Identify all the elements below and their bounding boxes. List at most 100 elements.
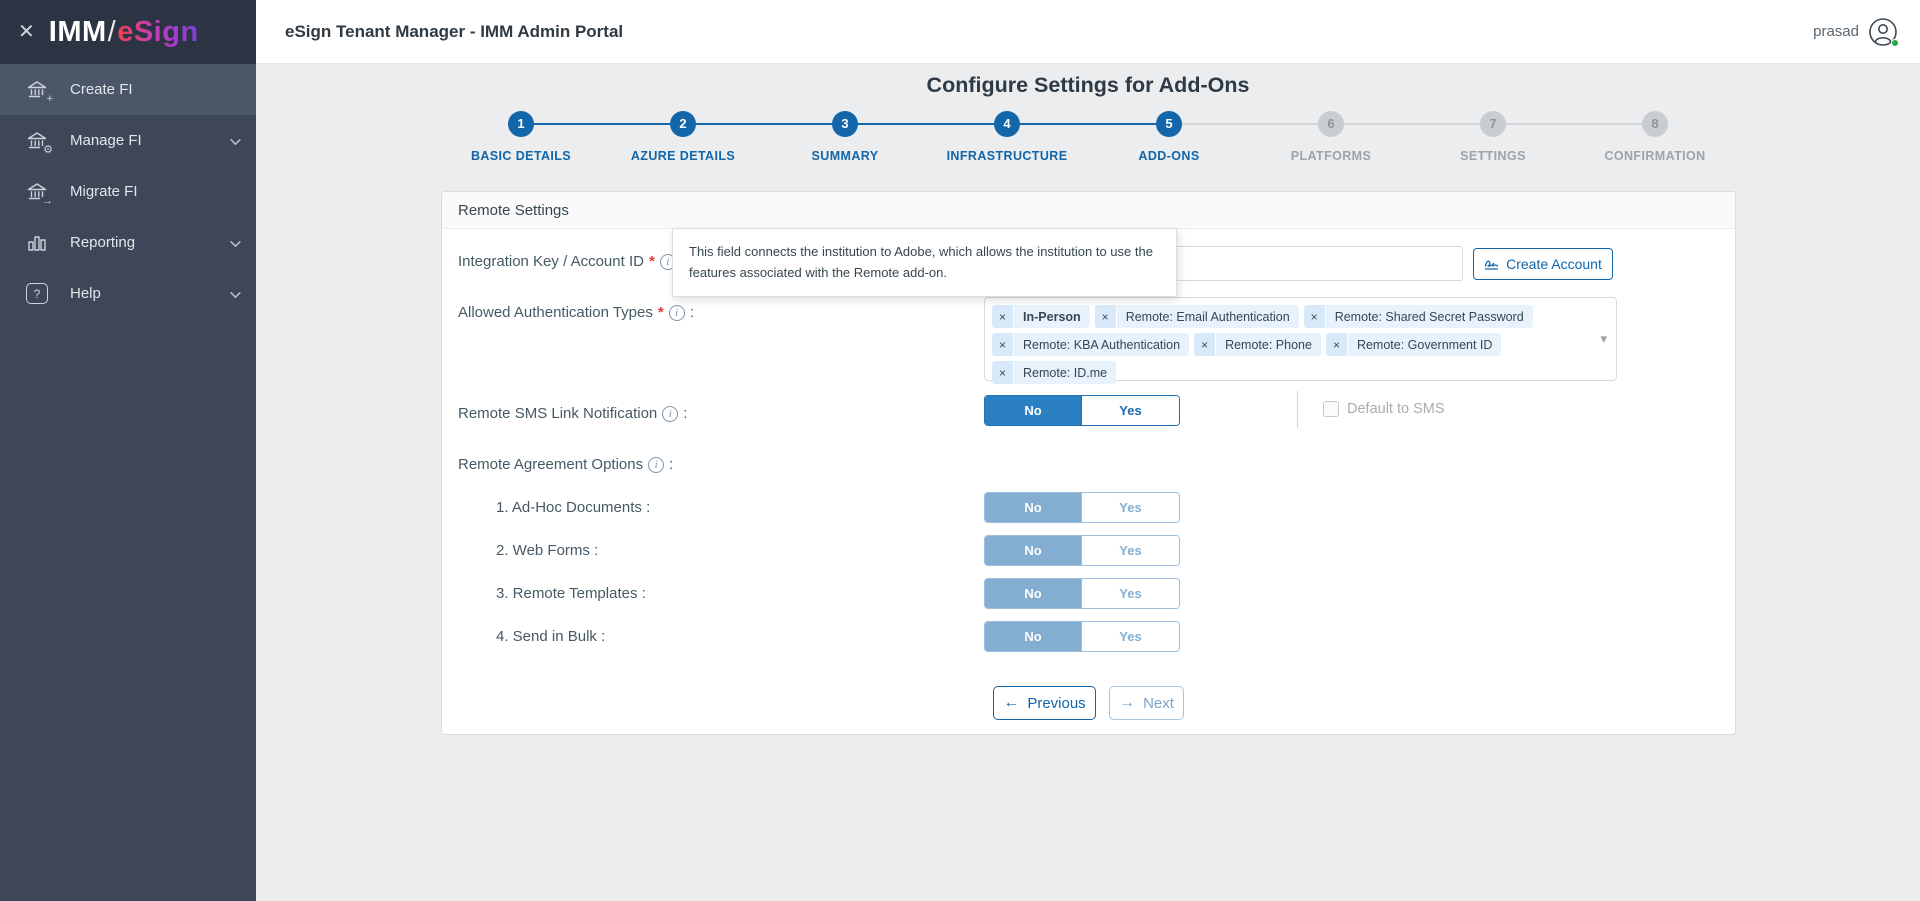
web-forms-label: 2. Web Forms : [496,542,599,559]
step-circle: 3 [832,111,858,137]
required-asterisk: * [648,253,655,270]
step-connector [858,123,994,125]
adhoc-documents-toggle[interactable]: No Yes [984,492,1180,523]
bank-plus-icon: + [26,79,53,104]
sidebar-close-icon[interactable]: ✕ [18,22,35,42]
next-button[interactable]: → Next [1109,686,1184,720]
chip-label: Remote: KBA Authentication [1014,333,1190,356]
create-account-button[interactable]: Create Account [1473,248,1613,280]
dropdown-caret-icon[interactable]: ▾ [1600,331,1607,347]
arrow-modifier-icon: → [42,194,53,207]
online-status-dot [1891,38,1899,47]
step-add-ons[interactable]: 5 ADD-ONS [1020,111,1250,163]
chip-label: Remote: Government ID [1347,333,1502,356]
toggle-yes[interactable]: Yes [1082,622,1179,651]
sidebar-item-help[interactable]: ? Help [0,268,256,319]
info-icon[interactable]: i [648,456,665,473]
adhoc-documents-label: 1. Ad-Hoc Documents : [496,499,651,516]
sms-link-toggle[interactable]: No Yes [984,395,1180,426]
step-connector [1344,123,1480,125]
step-label: ADD-ONS [1138,149,1200,163]
vertical-divider [1297,391,1298,428]
step-settings: 7 SETTINGS [1344,111,1574,163]
step-circle: 8 [1642,111,1668,137]
auth-types-multiselect[interactable]: × In-Person × Remote: Email Authenticati… [984,297,1617,384]
app-title: eSign Tenant Manager - IMM Admin Portal [285,21,624,41]
remove-chip-icon[interactable]: × [1194,333,1217,356]
remove-chip-icon[interactable]: × [1325,333,1348,356]
agreement-options-label: Remote Agreement Options i : [458,456,673,473]
user-avatar-icon[interactable] [1868,17,1899,47]
step-confirmation: 8 CONFIRMATION [1506,111,1736,163]
remove-chip-icon[interactable]: × [1094,305,1117,328]
send-in-bulk-toggle[interactable]: No Yes [984,621,1180,652]
toggle-no[interactable]: No [985,396,1082,425]
web-forms-toggle[interactable]: No Yes [984,535,1180,566]
info-icon[interactable]: i [668,304,685,321]
step-connector [1182,123,1318,125]
previous-button[interactable]: ← Previous [993,686,1096,720]
bar-chart-icon [26,232,48,254]
step-summary[interactable]: 3 SUMMARY [696,111,926,163]
sidebar-item-create-fi[interactable]: + Create FI [0,64,256,115]
auth-chip-kba: × Remote: KBA Authentication [992,333,1190,356]
remove-chip-icon[interactable]: × [992,333,1015,356]
sidebar-item-label: Reporting [70,234,136,251]
remove-chip-icon[interactable]: × [992,305,1015,328]
auth-chip-in-person: × In-Person [992,305,1090,328]
right-arrow-icon: → [1119,694,1136,711]
username-label: prasad [1813,23,1859,40]
sidebar-item-label: Create FI [70,81,133,98]
info-icon[interactable]: i [662,405,679,422]
create-account-label: Create Account [1506,256,1602,272]
label-text: Allowed Authentication Types [458,304,653,321]
sidebar-item-reporting[interactable]: Reporting [0,217,256,268]
logo-bar: ✕ IMM/eSign [0,0,256,64]
step-basic-details[interactable]: 1 BASIC DETAILS [440,111,602,163]
label-colon: : [683,405,688,422]
plus-modifier-icon: + [46,92,53,105]
step-label: SUMMARY [811,149,879,163]
default-to-sms-option: Default to SMS [1323,401,1445,417]
remove-chip-icon[interactable]: × [1303,305,1326,328]
signature-icon [1484,260,1499,270]
toggle-yes[interactable]: Yes [1082,536,1179,565]
toggle-yes[interactable]: Yes [1082,579,1179,608]
sidebar-item-migrate-fi[interactable]: → Migrate FI [0,166,256,217]
label-text: Remote SMS Link Notification [458,405,658,422]
checkbox-label: Default to SMS [1347,401,1445,417]
step-azure-details[interactable]: 2 AZURE DETAILS [534,111,764,163]
step-connector [696,123,832,125]
toggle-no[interactable]: No [985,622,1082,651]
toggle-yes[interactable]: Yes [1082,396,1179,425]
sidebar-nav: + Create FI ⚙ Manage FI → Migrate FI Rep… [0,64,256,319]
sidebar-item-manage-fi[interactable]: ⚙ Manage FI [0,115,256,166]
logo-imm: IMM [48,15,107,48]
send-in-bulk-label: 4. Send in Bulk : [496,628,606,645]
label-text: Remote Agreement Options [458,456,644,473]
step-label: INFRASTRUCTURE [946,149,1068,163]
step-connector [1506,123,1642,125]
step-label: AZURE DETAILS [630,149,736,163]
step-infrastructure[interactable]: 4 INFRASTRUCTURE [858,111,1088,163]
step-circle: 5 [1156,111,1182,137]
label-colon: : [689,304,694,321]
toggle-yes[interactable]: Yes [1082,493,1179,522]
bank-arrow-icon: → [26,181,53,206]
step-circle: 4 [994,111,1020,137]
remote-templates-toggle[interactable]: No Yes [984,578,1180,609]
user-menu[interactable]: prasad [1813,17,1899,47]
logo-esign: eSign [117,15,199,48]
toggle-no[interactable]: No [985,579,1082,608]
sidebar-item-label: Manage FI [70,132,142,149]
auth-chip-idme: × Remote: ID.me [992,361,1117,384]
step-circle: 6 [1318,111,1344,137]
chevron-down-icon [230,234,241,251]
remove-chip-icon[interactable]: × [992,361,1015,384]
next-label: Next [1143,694,1174,712]
top-header: eSign Tenant Manager - IMM Admin Portal … [256,0,1920,64]
imm-esign-logo: IMM/eSign [49,16,199,49]
toggle-no[interactable]: No [985,493,1082,522]
toggle-no[interactable]: No [985,536,1082,565]
default-to-sms-checkbox[interactable] [1323,401,1339,417]
